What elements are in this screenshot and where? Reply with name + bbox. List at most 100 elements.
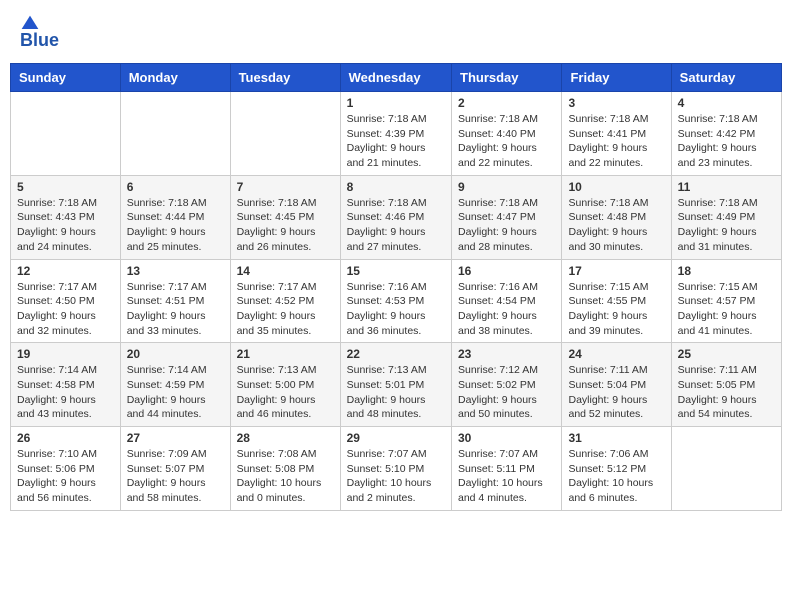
cell-date: 26 <box>17 431 114 445</box>
cell-info: Sunrise: 7:18 AM Sunset: 4:46 PM Dayligh… <box>347 196 445 255</box>
calendar-cell: 12 Sunrise: 7:17 AM Sunset: 4:50 PM Dayli… <box>11 259 121 343</box>
cell-info: Sunrise: 7:08 AM Sunset: 5:08 PM Dayligh… <box>237 447 334 506</box>
calendar-table: SundayMondayTuesdayWednesdayThursdayFrid… <box>10 63 782 511</box>
calendar-cell: 25Sunrise: 7:11 AM Sunset: 5:05 PM Dayli… <box>671 343 781 427</box>
cell-date: 30 <box>458 431 555 445</box>
cell-info: Sunrise: 7:06 AM Sunset: 5:12 PM Dayligh… <box>568 447 664 506</box>
cell-date: 19 <box>17 347 114 361</box>
calendar-cell <box>230 92 340 176</box>
cell-info: Sunrise: 7:15 AM Sunset: 4:55 PM Dayligh… <box>568 280 664 339</box>
cell-date: 14 <box>237 264 334 278</box>
cell-info: Sunrise: 7:17 AM Sunset: 4:52 PM Dayligh… <box>237 280 334 339</box>
cell-date: 18 <box>678 264 775 278</box>
calendar-cell: 16 Sunrise: 7:16 AM Sunset: 4:54 PM Dayli… <box>452 259 562 343</box>
cell-date: 7 <box>237 180 334 194</box>
cell-date: 11 <box>678 180 775 194</box>
calendar-cell <box>120 92 230 176</box>
calendar-cell: 13 Sunrise: 7:17 AM Sunset: 4:51 PM Dayli… <box>120 259 230 343</box>
cell-date: 10 <box>568 180 664 194</box>
cell-info: Sunrise: 7:15 AM Sunset: 4:57 PM Dayligh… <box>678 280 775 339</box>
cell-date: 1 <box>347 96 445 110</box>
calendar-cell: 29 Sunrise: 7:07 AM Sunset: 5:10 PM Dayli… <box>340 427 451 511</box>
calendar-cell: 1 Sunrise: 7:18 AM Sunset: 4:39 PM Daylig… <box>340 92 451 176</box>
logo-blue-text: Blue <box>20 30 59 51</box>
calendar-week-row: 1 Sunrise: 7:18 AM Sunset: 4:39 PM Daylig… <box>11 92 782 176</box>
cell-date: 13 <box>127 264 224 278</box>
cell-info: Sunrise: 7:12 AM Sunset: 5:02 PM Dayligh… <box>458 363 555 422</box>
calendar-cell: 18 Sunrise: 7:15 AM Sunset: 4:57 PM Dayli… <box>671 259 781 343</box>
calendar-cell: 17 Sunrise: 7:15 AM Sunset: 4:55 PM Dayli… <box>562 259 671 343</box>
cell-info: Sunrise: 7:16 AM Sunset: 4:54 PM Dayligh… <box>458 280 555 339</box>
calendar-cell: 30 Sunrise: 7:07 AM Sunset: 5:11 PM Dayli… <box>452 427 562 511</box>
cell-date: 4 <box>678 96 775 110</box>
cell-date: 5 <box>17 180 114 194</box>
cell-info: Sunrise: 7:13 AM Sunset: 5:00 PM Dayligh… <box>237 363 334 422</box>
cell-info: Sunrise: 7:18 AM Sunset: 4:41 PM Dayligh… <box>568 112 664 171</box>
day-header-wednesday: Wednesday <box>340 64 451 92</box>
calendar-cell: 28 Sunrise: 7:08 AM Sunset: 5:08 PM Dayli… <box>230 427 340 511</box>
calendar-cell: 7 Sunrise: 7:18 AM Sunset: 4:45 PM Daylig… <box>230 175 340 259</box>
calendar-week-row: 12 Sunrise: 7:17 AM Sunset: 4:50 PM Dayli… <box>11 259 782 343</box>
cell-info: Sunrise: 7:14 AM Sunset: 4:58 PM Dayligh… <box>17 363 114 422</box>
calendar-cell: 23 Sunrise: 7:12 AM Sunset: 5:02 PM Dayli… <box>452 343 562 427</box>
cell-info: Sunrise: 7:17 AM Sunset: 4:50 PM Dayligh… <box>17 280 114 339</box>
header: Blue <box>10 10 782 55</box>
calendar-cell: 9Sunrise: 7:18 AM Sunset: 4:47 PM Daylig… <box>452 175 562 259</box>
calendar-cell: 21 Sunrise: 7:13 AM Sunset: 5:00 PM Dayli… <box>230 343 340 427</box>
cell-info: Sunrise: 7:18 AM Sunset: 4:39 PM Dayligh… <box>347 112 445 171</box>
calendar-cell: 27Sunrise: 7:09 AM Sunset: 5:07 PM Dayli… <box>120 427 230 511</box>
cell-date: 21 <box>237 347 334 361</box>
calendar-cell: 22Sunrise: 7:13 AM Sunset: 5:01 PM Dayli… <box>340 343 451 427</box>
cell-date: 2 <box>458 96 555 110</box>
calendar-cell: 6 Sunrise: 7:18 AM Sunset: 4:44 PM Daylig… <box>120 175 230 259</box>
cell-info: Sunrise: 7:18 AM Sunset: 4:43 PM Dayligh… <box>17 196 114 255</box>
calendar-cell: 19 Sunrise: 7:14 AM Sunset: 4:58 PM Dayli… <box>11 343 121 427</box>
day-header-friday: Friday <box>562 64 671 92</box>
cell-date: 15 <box>347 264 445 278</box>
page: Blue SundayMondayTuesdayWednesdayThursda… <box>0 0 792 521</box>
cell-info: Sunrise: 7:17 AM Sunset: 4:51 PM Dayligh… <box>127 280 224 339</box>
cell-date: 28 <box>237 431 334 445</box>
calendar-cell: 24 Sunrise: 7:11 AM Sunset: 5:04 PM Dayli… <box>562 343 671 427</box>
day-header-monday: Monday <box>120 64 230 92</box>
cell-date: 23 <box>458 347 555 361</box>
cell-info: Sunrise: 7:07 AM Sunset: 5:10 PM Dayligh… <box>347 447 445 506</box>
cell-date: 8 <box>347 180 445 194</box>
cell-info: Sunrise: 7:11 AM Sunset: 5:04 PM Dayligh… <box>568 363 664 422</box>
cell-date: 12 <box>17 264 114 278</box>
calendar-cell: 31Sunrise: 7:06 AM Sunset: 5:12 PM Dayli… <box>562 427 671 511</box>
cell-info: Sunrise: 7:18 AM Sunset: 4:40 PM Dayligh… <box>458 112 555 171</box>
calendar-cell: 3 Sunrise: 7:18 AM Sunset: 4:41 PM Daylig… <box>562 92 671 176</box>
cell-info: Sunrise: 7:07 AM Sunset: 5:11 PM Dayligh… <box>458 447 555 506</box>
calendar-header-row: SundayMondayTuesdayWednesdayThursdayFrid… <box>11 64 782 92</box>
cell-date: 6 <box>127 180 224 194</box>
calendar-cell: 26 Sunrise: 7:10 AM Sunset: 5:06 PM Dayli… <box>11 427 121 511</box>
calendar-cell <box>11 92 121 176</box>
day-header-thursday: Thursday <box>452 64 562 92</box>
calendar-cell: 10Sunrise: 7:18 AM Sunset: 4:48 PM Dayli… <box>562 175 671 259</box>
cell-date: 24 <box>568 347 664 361</box>
calendar-week-row: 26 Sunrise: 7:10 AM Sunset: 5:06 PM Dayli… <box>11 427 782 511</box>
calendar-cell: 8 Sunrise: 7:18 AM Sunset: 4:46 PM Daylig… <box>340 175 451 259</box>
cell-info: Sunrise: 7:10 AM Sunset: 5:06 PM Dayligh… <box>17 447 114 506</box>
cell-info: Sunrise: 7:18 AM Sunset: 4:49 PM Dayligh… <box>678 196 775 255</box>
cell-info: Sunrise: 7:11 AM Sunset: 5:05 PM Dayligh… <box>678 363 775 422</box>
cell-info: Sunrise: 7:18 AM Sunset: 4:44 PM Dayligh… <box>127 196 224 255</box>
calendar-cell <box>671 427 781 511</box>
cell-info: Sunrise: 7:18 AM Sunset: 4:45 PM Dayligh… <box>237 196 334 255</box>
cell-date: 3 <box>568 96 664 110</box>
calendar-cell: 2 Sunrise: 7:18 AM Sunset: 4:40 PM Daylig… <box>452 92 562 176</box>
calendar-week-row: 5 Sunrise: 7:18 AM Sunset: 4:43 PM Daylig… <box>11 175 782 259</box>
calendar-cell: 20Sunrise: 7:14 AM Sunset: 4:59 PM Dayli… <box>120 343 230 427</box>
cell-date: 29 <box>347 431 445 445</box>
day-header-tuesday: Tuesday <box>230 64 340 92</box>
cell-info: Sunrise: 7:14 AM Sunset: 4:59 PM Dayligh… <box>127 363 224 422</box>
calendar-cell: 4 Sunrise: 7:18 AM Sunset: 4:42 PM Daylig… <box>671 92 781 176</box>
cell-date: 17 <box>568 264 664 278</box>
cell-date: 27 <box>127 431 224 445</box>
cell-info: Sunrise: 7:18 AM Sunset: 4:47 PM Dayligh… <box>458 196 555 255</box>
cell-date: 16 <box>458 264 555 278</box>
cell-info: Sunrise: 7:13 AM Sunset: 5:01 PM Dayligh… <box>347 363 445 422</box>
cell-info: Sunrise: 7:18 AM Sunset: 4:42 PM Dayligh… <box>678 112 775 171</box>
day-header-saturday: Saturday <box>671 64 781 92</box>
